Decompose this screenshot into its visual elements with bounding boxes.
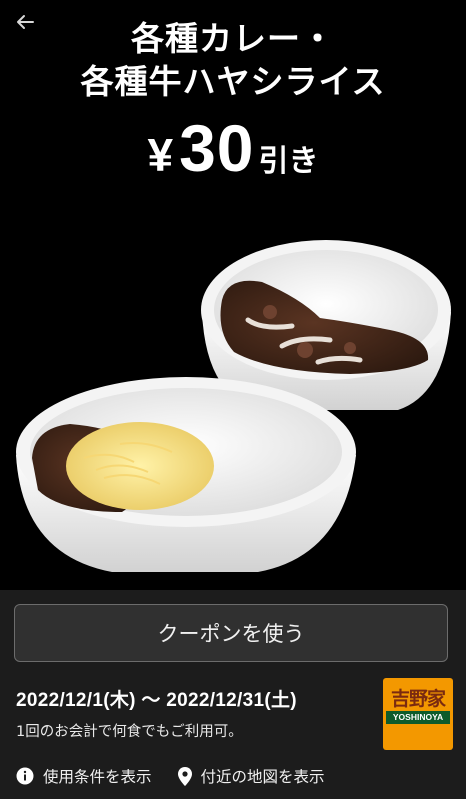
logo-latin: YOSHINOYA [386,711,450,724]
location-pin-icon [177,766,192,786]
map-link[interactable]: 付近の地図を表示 [177,765,325,787]
map-link-label: 付近の地図を表示 [200,768,325,786]
discount-price: ¥30 引き [0,110,466,186]
coupon-hero: 各種カレー・ 各種牛ハヤシライス ¥30 引き [0,0,466,590]
price-amount: 30 [179,111,255,185]
coupon-title-line2: 各種牛ハヤシライス [80,63,386,100]
cheese-curry-bowl [16,377,356,572]
yoshinoya-logo: 吉野家 YOSHINOYA [383,678,453,750]
info-icon [16,767,34,785]
terms-link[interactable]: 使用条件を表示 [16,765,152,787]
price-suffix: 引き [258,145,319,178]
usage-note: 1回のお会計で何食でもご利用可。 [16,724,243,740]
coupon-info-panel: クーポンを使う 2022/12/1(木) ～ 2022/12/31(土) 1回の… [0,590,466,799]
logo-kanji: 吉野家 [390,688,446,710]
price-currency: ¥ [147,129,174,181]
validity-period: 2022/12/1(木) ～ 2022/12/31(土) [16,690,297,711]
terms-link-label: 使用条件を表示 [43,768,152,786]
coupon-title-line1: 各種カレー・ [131,20,335,57]
use-coupon-button[interactable]: クーポンを使う [14,604,448,662]
footer-links: 使用条件を表示 付近の地図を表示 [16,762,456,790]
